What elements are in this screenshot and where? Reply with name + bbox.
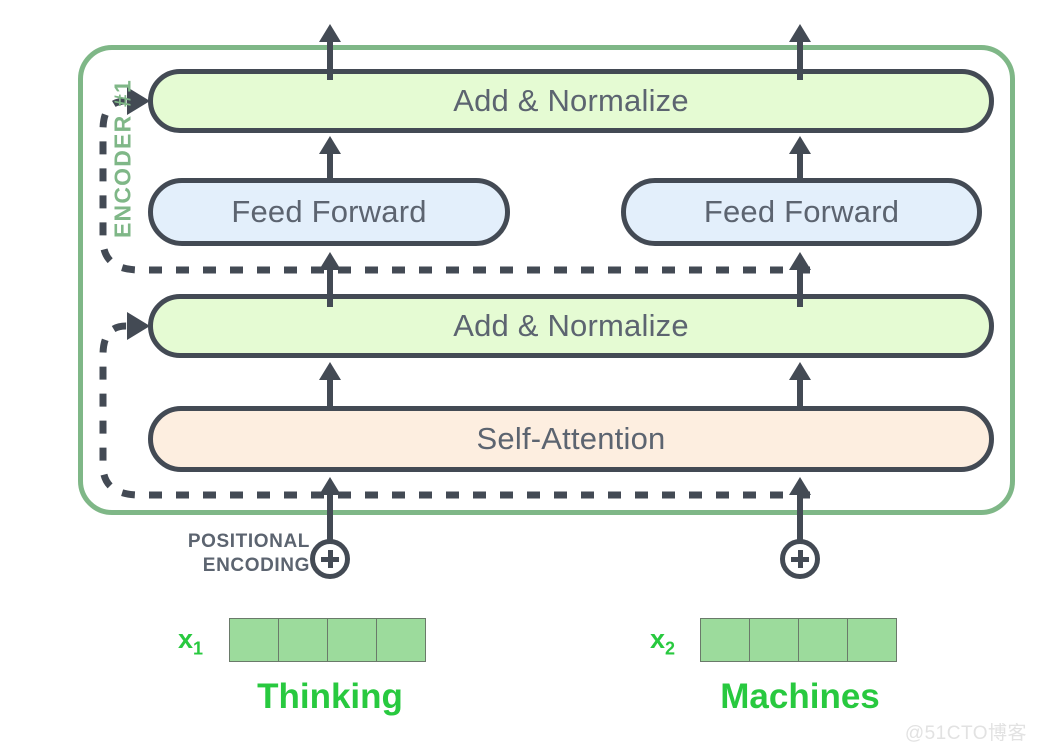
x1-base: x: [178, 624, 194, 654]
embedding-cell: [278, 618, 328, 662]
add-normalize-box-bottom[interactable]: Add & Normalize: [148, 294, 994, 358]
feed-forward-label-left: Feed Forward: [231, 194, 427, 229]
x2-label: x2: [650, 624, 675, 659]
pe-stem-left: [327, 513, 333, 539]
x2-base: x: [650, 624, 666, 654]
encoder-label: ENCODER #1: [109, 79, 136, 238]
embedding-cell: [847, 618, 897, 662]
pe-stem-right: [797, 513, 803, 539]
positional-encoding-line1: POSITIONAL: [187, 531, 310, 552]
x2-subscript: 2: [665, 638, 676, 659]
plus-circle-icon-right: [780, 539, 820, 579]
x1-label: x1: [178, 624, 203, 659]
token-word-thinking: Thinking: [257, 677, 403, 716]
self-attention-label: Self-Attention: [476, 421, 666, 456]
feed-forward-box-right[interactable]: Feed Forward: [621, 178, 982, 246]
embedding-cell: [229, 618, 279, 662]
add-normalize-box-top[interactable]: Add & Normalize: [148, 69, 994, 133]
plus-circle-icon-left: [310, 539, 350, 579]
watermark: @51CTO博客: [904, 723, 1027, 744]
x1-subscript: 1: [193, 638, 204, 659]
self-attention-box[interactable]: Self-Attention: [148, 406, 994, 472]
embedding-cell: [700, 618, 750, 662]
embedding-vector-x2: [700, 618, 897, 662]
feed-forward-label-right: Feed Forward: [703, 194, 900, 229]
embedding-cell: [749, 618, 799, 662]
diagram-canvas: ENCODER #1 Add & Normalize Feed Forward …: [0, 0, 1041, 755]
feed-forward-box-left[interactable]: Feed Forward: [148, 178, 510, 246]
positional-encoding-line2: ENCODING: [202, 555, 310, 576]
token-word-machines: Machines: [720, 677, 880, 716]
add-normalize-label-top: Add & Normalize: [453, 83, 689, 118]
positional-encoding-label: POSITIONAL ENCODING: [140, 530, 310, 578]
embedding-cell: [376, 618, 426, 662]
add-normalize-label-bottom: Add & Normalize: [453, 308, 689, 343]
embedding-cell: [327, 618, 377, 662]
embedding-cell: [798, 618, 848, 662]
embedding-vector-x1: [229, 618, 426, 662]
